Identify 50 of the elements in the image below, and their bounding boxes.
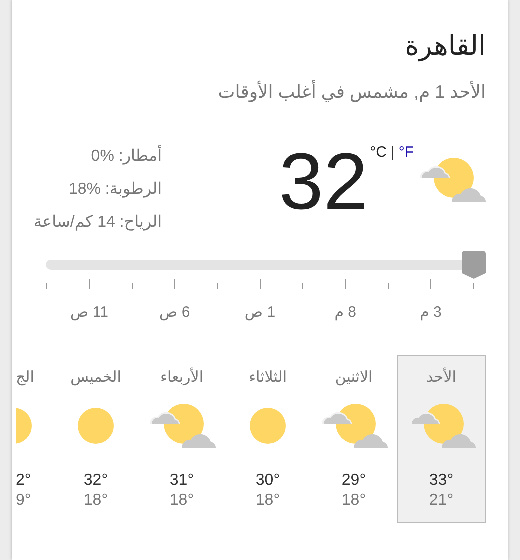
- time-label: 3 م: [420, 303, 442, 321]
- sun-icon: [250, 408, 286, 444]
- partly-cloudy-icon: [418, 156, 486, 204]
- tick-mark: [473, 283, 474, 289]
- day-name: الاثنين: [335, 368, 373, 386]
- time-slider[interactable]: [46, 251, 486, 279]
- current-temperature: 32: [279, 142, 368, 222]
- time-label: 11 ص: [70, 303, 108, 321]
- tick-mark: [302, 283, 304, 289]
- unit-separator: |: [390, 144, 395, 161]
- high-temperature: 30°: [256, 472, 280, 490]
- tick-mark: [174, 279, 176, 289]
- tick-mark: [345, 279, 346, 289]
- tick-mark: [217, 283, 218, 289]
- low-temperature: 18°: [84, 492, 108, 510]
- high-temperature: 29°: [342, 472, 366, 490]
- day-name: الخميس: [70, 368, 122, 386]
- partly-cloudy-icon: [148, 402, 216, 450]
- tick-mark: [388, 283, 389, 289]
- tick-mark: [88, 279, 90, 289]
- low-temperature: 21°: [429, 492, 454, 510]
- low-temperature: 18°: [170, 492, 194, 510]
- day-name: الج: [16, 368, 34, 386]
- weather-detail: أمطار: 0%: [91, 145, 162, 168]
- tick-mark: [46, 283, 48, 289]
- high-temperature: 32°: [84, 472, 108, 490]
- time-label: 8 م: [334, 303, 356, 321]
- high-temperature: 31°: [170, 472, 194, 490]
- city-name: القاهرة: [405, 30, 486, 64]
- weather-detail: الرياح: 14 كم/ساعة: [34, 213, 162, 233]
- tick-mark: [132, 283, 133, 289]
- day-name: الأحد: [426, 368, 456, 386]
- tick-mark: [430, 279, 432, 289]
- slider-thumb[interactable]: [462, 251, 486, 279]
- unit-toggle[interactable]: °F: [398, 144, 414, 161]
- weather-detail: الرطوبة: 18%: [68, 180, 162, 200]
- high-temperature: 33°: [429, 472, 454, 490]
- low-temperature: 18°: [342, 492, 366, 510]
- high-temperature: 2°: [16, 472, 32, 490]
- weather-summary: الأحد 1 م, مشمس في أغلب الأوقات: [218, 80, 486, 104]
- day-name: الثلاثاء: [249, 368, 288, 386]
- time-label: 1 ص: [244, 303, 276, 321]
- tick-mark: [260, 279, 261, 289]
- time-label: 6 ص: [160, 303, 190, 321]
- partly-cloudy-icon: [320, 402, 388, 450]
- sun-icon: [78, 408, 114, 444]
- low-temperature: 18°: [256, 492, 280, 510]
- low-temperature: 9°: [16, 492, 32, 510]
- day-name: الأربعاء: [160, 368, 204, 386]
- unit-toggle[interactable]: °C: [370, 144, 387, 161]
